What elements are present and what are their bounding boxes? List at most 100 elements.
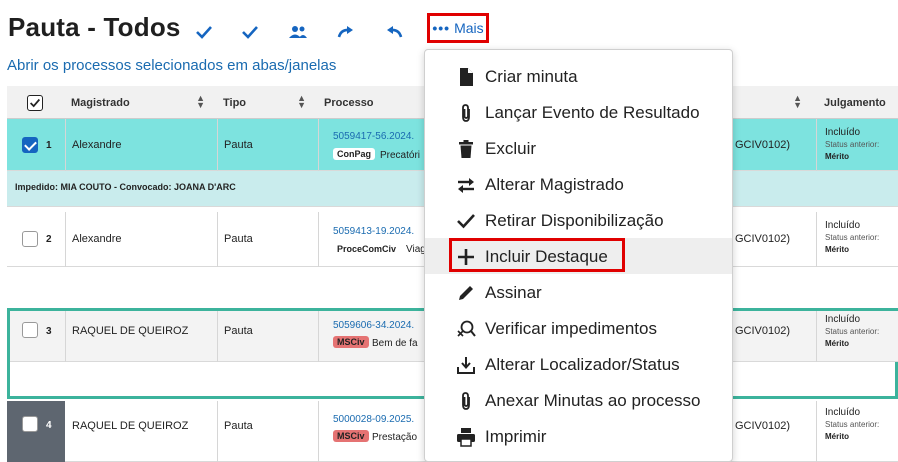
class-tag: ConPag [333, 148, 376, 160]
download-icon [455, 354, 477, 376]
undo-icon[interactable] [382, 20, 406, 44]
menu-item-excluir[interactable]: Excluir [425, 130, 732, 166]
col-julgamento-label: Julgamento [824, 96, 886, 109]
menu-item-anexar-minutas[interactable]: Anexar Minutas ao processo [425, 382, 732, 418]
column-divider [318, 212, 319, 267]
menu-item-label: Alterar Magistrado [485, 175, 624, 194]
menu-item-alterar-magistrado[interactable]: Alterar Magistrado [425, 166, 732, 202]
menu-item-alterar-localizador[interactable]: Alterar Localizador/Status [425, 346, 732, 382]
file-icon [455, 66, 477, 88]
julgamento-status: Incluído [825, 314, 861, 325]
column-divider [318, 119, 319, 171]
open-selected-link[interactable]: Abrir os processos selecionados em abas/… [7, 57, 336, 74]
menu-item-label: Assinar [485, 283, 542, 302]
class-tag: MSCiv [333, 430, 369, 442]
julgamento-status: Incluído [825, 127, 861, 138]
status-anterior-value: Mérito [825, 432, 849, 441]
tipo-cell: Pauta [224, 420, 253, 432]
julgamento-status: Incluído [825, 220, 861, 231]
column-divider [65, 119, 66, 171]
orgao-code: GCIV0102) [735, 325, 791, 337]
row-number: 4 [46, 420, 52, 431]
select-all-checkbox[interactable] [27, 94, 43, 111]
check-icon[interactable] [238, 20, 262, 44]
status-anterior-value: Mérito [825, 245, 849, 254]
menu-item-verificar-impedimentos[interactable]: Verificar impedimentos [425, 310, 732, 346]
row-number: 1 [46, 140, 52, 151]
process-link[interactable]: 5059413-19.2024. [333, 226, 414, 237]
process-link[interactable]: 5059417-56.2024. [333, 131, 414, 142]
menu-item-assinar[interactable]: Assinar [425, 274, 732, 310]
magistrado-cell: Alexandre [72, 233, 122, 245]
sort-icon[interactable]: ▲ ▼ [297, 94, 306, 110]
column-divider [217, 119, 218, 171]
status-anterior-value: Mérito [825, 339, 849, 348]
class-tag: ProceComCiv [337, 244, 397, 254]
menu-item-label: Lançar Evento de Resultado [485, 103, 700, 122]
col-magistrado-label: Magistrado [71, 96, 130, 109]
page-title: Pauta - Todos [8, 12, 181, 42]
magistrado-cell: RAQUEL DE QUEIROZ [72, 325, 189, 337]
mais-button[interactable]: ••• Mais [427, 13, 489, 43]
row-checkbox[interactable] [22, 416, 38, 432]
column-divider [816, 311, 817, 362]
print-icon [455, 426, 477, 448]
column-divider [65, 212, 66, 267]
menu-item-label: Excluir [485, 139, 537, 158]
column-divider [318, 401, 319, 462]
status-anterior-value: Mérito [825, 152, 849, 161]
tipo-cell: Pauta [224, 139, 253, 151]
column-divider [816, 212, 817, 267]
tipo-cell: Pauta [224, 325, 253, 337]
magistrado-cell: Alexandre [72, 139, 122, 151]
paperclip-icon [455, 102, 477, 124]
julgamento-cell: Incluído Status anterior: Mérito [825, 314, 879, 350]
menu-item-retirar-disponibilizacao[interactable]: Retirar Disponibilização [425, 202, 732, 238]
mais-label: Mais [454, 20, 484, 36]
col-tipo[interactable]: Tipo ▲ ▼ [215, 86, 316, 119]
col-processo-label: Processo [324, 96, 374, 109]
orgao-code: GCIV0102) [735, 233, 791, 245]
pen-icon [455, 282, 477, 304]
process-description: Prestação [372, 432, 418, 443]
menu-item-label: Alterar Localizador/Status [485, 355, 680, 374]
redo-icon[interactable] [334, 20, 358, 44]
check-icon[interactable] [192, 20, 216, 44]
select-all-cell [7, 86, 63, 119]
column-divider [65, 311, 66, 362]
process-link[interactable]: 5000028-09.2025. [333, 414, 414, 425]
orgao-code: GCIV0102) [735, 139, 791, 151]
sort-icon[interactable]: ▲ ▼ [196, 94, 205, 110]
row-checkbox[interactable] [22, 231, 38, 247]
process-link[interactable]: 5059606-34.2024. [333, 320, 414, 331]
check-icon [455, 210, 477, 232]
status-anterior-label: Status anterior: [825, 327, 880, 336]
col-magistrado[interactable]: Magistrado ▲ ▼ [63, 86, 215, 119]
menu-item-imprimir[interactable]: Imprimir [425, 418, 732, 454]
column-divider [217, 401, 218, 462]
status-anterior-label: Status anterior: [825, 233, 880, 242]
column-divider [217, 212, 218, 267]
sort-icon[interactable]: ▲ ▼ [793, 94, 802, 110]
julgamento-status: Incluído [825, 407, 861, 418]
users-icon[interactable] [286, 20, 310, 44]
column-divider [318, 311, 319, 362]
menu-item-label: Imprimir [485, 427, 547, 446]
row-checkbox[interactable] [22, 322, 38, 338]
process-description: Viag [406, 244, 426, 255]
magistrado-cell: RAQUEL DE QUEIROZ [72, 420, 189, 432]
row-number: 3 [46, 326, 52, 337]
trash-icon [455, 138, 477, 160]
swap-icon [455, 174, 477, 196]
menu-item-lancar-evento[interactable]: Lançar Evento de Resultado [425, 94, 732, 130]
col-julgamento[interactable]: Julgamento [816, 86, 898, 119]
row-number: 2 [46, 234, 52, 245]
menu-item-label: Retirar Disponibilização [485, 211, 664, 230]
menu-item-criar-minuta[interactable]: Criar minuta [425, 58, 732, 94]
julgamento-cell: Incluído Status anterior: Mérito [825, 127, 879, 163]
julgamento-cell: Incluído Status anterior: Mérito [825, 220, 879, 256]
pauta-page: Pauta - Todos ••• Mais Abrir os processo… [0, 0, 898, 462]
row-checkbox[interactable] [22, 137, 38, 153]
process-description: Precatóri [380, 150, 421, 161]
paperclip-icon [455, 390, 477, 412]
